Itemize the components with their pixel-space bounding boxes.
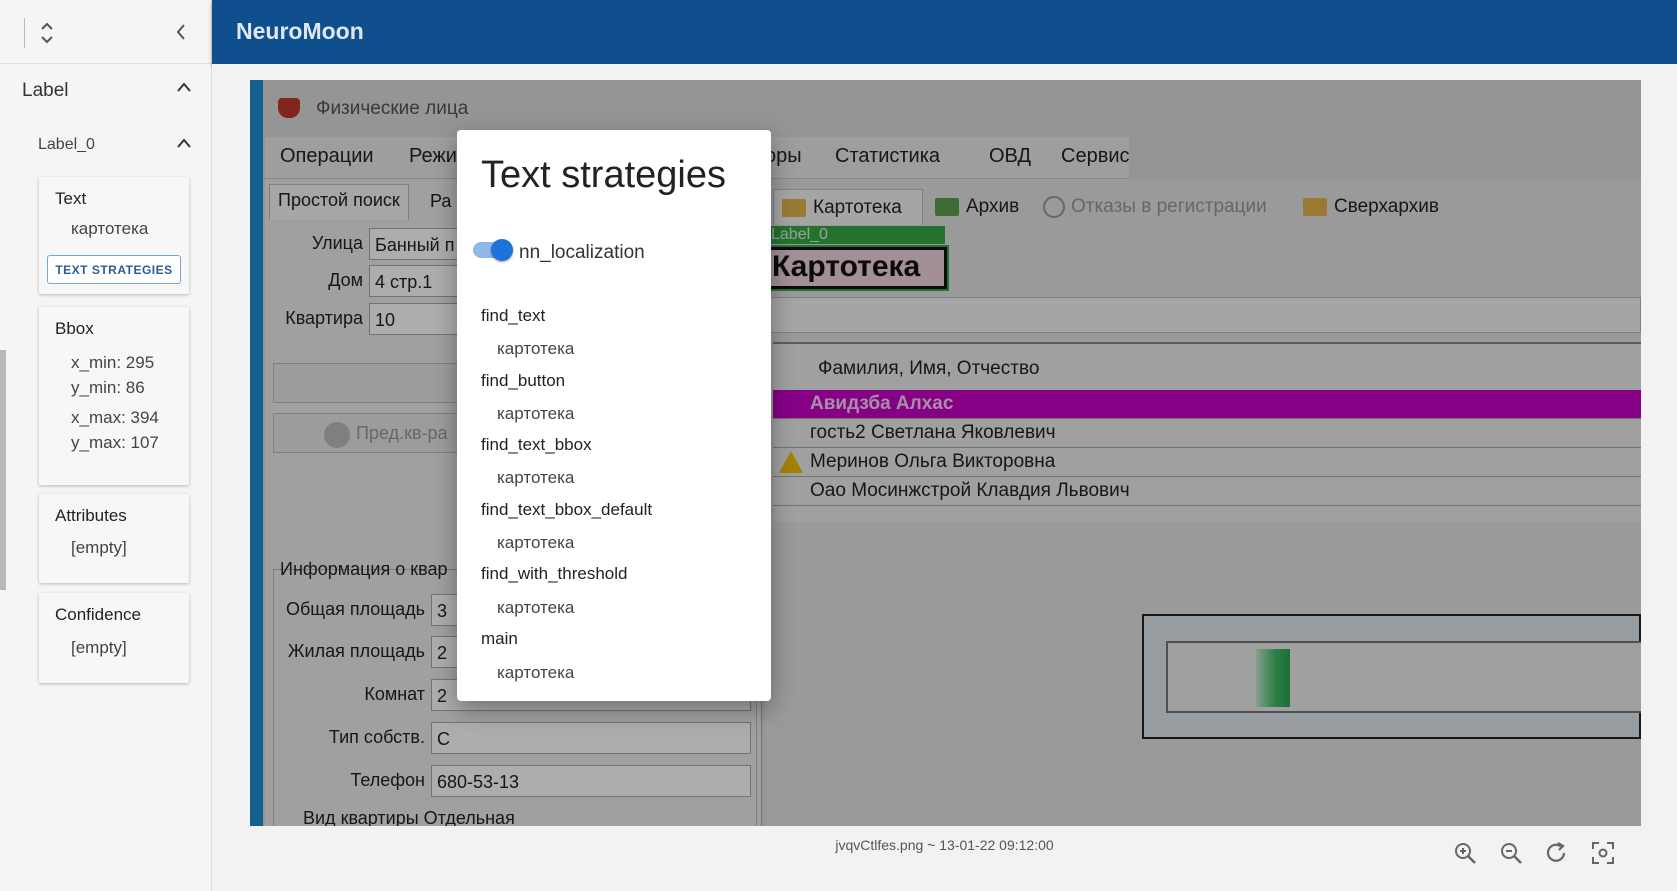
bbox-card-title: Bbox	[55, 319, 94, 338]
strategy-value: картотека	[497, 663, 575, 682]
bbox-y-max: y_max: 107	[71, 433, 159, 452]
toggle-knob	[491, 239, 513, 261]
strategy-value: картотека	[497, 339, 575, 358]
confidence-card-title: Confidence	[55, 605, 142, 624]
rotate-icon[interactable]	[1544, 840, 1572, 868]
confidence-card: Confidence [empty]	[39, 593, 189, 683]
top-app-bar: NeuroMoon	[212, 0, 1677, 64]
sidebar: Label Label_0 Text картотека TEXT STRATE…	[0, 0, 212, 891]
strategy-name: find_text_bbox	[481, 435, 592, 454]
text-card-title: Text	[55, 189, 87, 208]
sidebar-scrollbar[interactable]	[0, 350, 6, 590]
image-viewer: Физические лица Операции Режи оры Статис…	[212, 64, 1677, 891]
chevron-up-icon[interactable]	[176, 80, 192, 98]
fit-screen-icon[interactable]	[1590, 840, 1618, 868]
nn-localization-toggle[interactable]	[473, 239, 513, 261]
strategy-value: картотека	[497, 598, 575, 617]
unfold-icon[interactable]	[36, 18, 58, 48]
sidebar-toolbar	[0, 0, 211, 64]
label-section-header[interactable]: Label	[22, 80, 192, 106]
app-title: NeuroMoon	[236, 18, 364, 44]
strategy-name: find_with_threshold	[481, 564, 628, 583]
bbox-y-min: y_min: 86	[71, 378, 145, 397]
bbox-x-min: x_min: 295	[71, 353, 155, 372]
text-strategies-dialog: Text strategies nn_localization find_tex…	[457, 130, 771, 701]
label0-section-header[interactable]: Label_0	[38, 136, 192, 158]
nn-localization-label: nn_localization	[519, 242, 645, 263]
dialog-title: Text strategies	[481, 154, 726, 196]
chevron-left-icon[interactable]	[170, 20, 192, 44]
label0-section-title: Label_0	[38, 136, 95, 153]
strategy-name: find_text_bbox_default	[481, 500, 653, 519]
zoom-in-icon[interactable]	[1452, 840, 1480, 868]
attributes-card: Attributes [empty]	[39, 494, 189, 583]
bbox-card: Bbox x_min: 295 y_min: 86 x_max: 394 y_m…	[39, 307, 189, 485]
text-card-value: картотека	[71, 219, 149, 238]
chevron-up-icon[interactable]	[176, 136, 192, 154]
attributes-card-value: [empty]	[71, 538, 127, 557]
strategy-value: картотека	[497, 468, 575, 487]
attributes-card-title: Attributes	[55, 506, 127, 525]
strategy-name: find_text	[481, 306, 546, 325]
label-section-title: Label	[22, 80, 69, 101]
text-card: Text картотека TEXT STRATEGIES	[39, 177, 189, 294]
strategy-name: main	[481, 629, 518, 648]
strategy-name: find_button	[481, 371, 566, 390]
app-root: Label Label_0 Text картотека TEXT STRATE…	[0, 0, 1677, 891]
zoom-out-icon[interactable]	[1498, 840, 1526, 868]
toolbar-divider	[24, 18, 25, 48]
text-strategies-button[interactable]: TEXT STRATEGIES	[47, 255, 181, 284]
bbox-x-max: x_max: 394	[71, 408, 159, 427]
strategy-value: картотека	[497, 533, 575, 552]
confidence-card-value: [empty]	[71, 638, 127, 657]
strategy-value: картотека	[497, 404, 575, 423]
